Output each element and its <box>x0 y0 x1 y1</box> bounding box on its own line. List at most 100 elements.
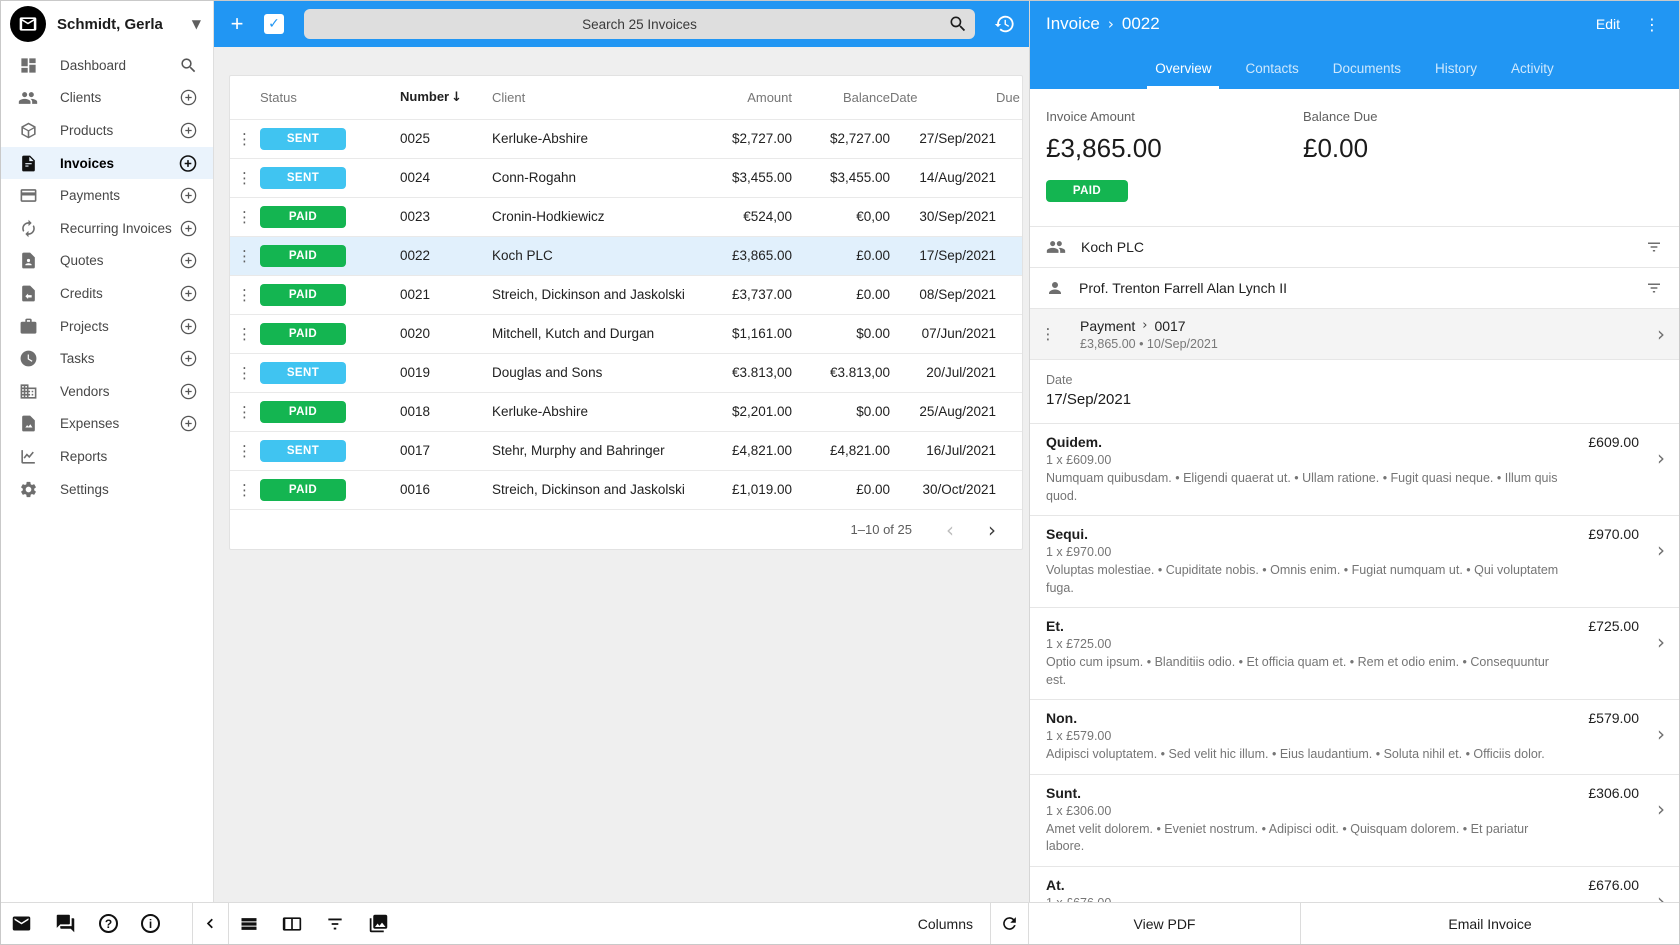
column-header-client[interactable]: Client <box>492 76 692 119</box>
sidebar-item-settings[interactable]: Settings <box>1 473 213 506</box>
table-row[interactable]: ⋮ SENT 0024 Conn-Rogahn $3,455.00 $3,455… <box>230 158 1022 197</box>
row-menu-icon[interactable]: ⋮ <box>230 236 260 275</box>
multiselect-checkbox[interactable]: ✓ <box>264 14 284 34</box>
row-menu-icon[interactable]: ⋮ <box>230 353 260 392</box>
column-header-number[interactable]: Number↓ <box>400 76 492 119</box>
row-menu-icon[interactable]: ⋮ <box>230 431 260 470</box>
account-menu[interactable]: Schmidt, Gerla ▼ <box>1 1 213 47</box>
payment-row[interactable]: ⋮ Payment › 0017 £3,865.00 • 10/Sep/2021… <box>1030 308 1679 360</box>
sidebar-item-reports[interactable]: Reports <box>1 440 213 473</box>
search-icon[interactable] <box>178 55 198 75</box>
sidebar-item-products[interactable]: Products <box>1 114 213 147</box>
sidebar-item-vendors[interactable]: Vendors <box>1 375 213 408</box>
table-row[interactable]: ⋮ PAID 0018 Kerluke-Abshire $2,201.00 $0… <box>230 392 1022 431</box>
help-icon[interactable]: ? <box>99 914 118 933</box>
row-menu-icon[interactable]: ⋮ <box>230 275 260 314</box>
tab-activity[interactable]: Activity <box>1509 47 1556 89</box>
table-row[interactable]: ⋮ PAID 0021 Streich, Dickinson and Jasko… <box>230 275 1022 314</box>
add-circle-icon[interactable] <box>178 381 198 401</box>
email-invoice-button[interactable]: Email Invoice <box>1301 903 1679 944</box>
payment-menu-icon[interactable]: ⋮ <box>1036 325 1060 343</box>
search-input[interactable] <box>304 9 975 39</box>
table-row[interactable]: ⋮ SENT 0019 Douglas and Sons €3.813,00 €… <box>230 353 1022 392</box>
row-menu-icon[interactable]: ⋮ <box>230 470 260 509</box>
edit-button[interactable]: Edit <box>1584 16 1632 32</box>
row-menu-icon[interactable]: ⋮ <box>230 392 260 431</box>
add-circle-icon[interactable] <box>178 349 198 369</box>
sidebar-item-tasks[interactable]: Tasks <box>1 342 213 375</box>
table-row[interactable]: ⋮ SENT 0025 Kerluke-Abshire $2,727.00 $2… <box>230 119 1022 158</box>
client-row[interactable]: Koch PLC <box>1030 226 1679 267</box>
add-circle-icon[interactable] <box>178 316 198 336</box>
table-row[interactable]: ⋮ PAID 0022 Koch PLC £3,865.00 £0.00 17/… <box>230 236 1022 275</box>
column-header-status[interactable]: Status <box>260 76 400 119</box>
columns-button[interactable]: Columns <box>901 903 991 944</box>
next-page-icon[interactable]: › <box>988 518 996 542</box>
table-row[interactable]: ⋮ PAID 0023 Cronin-Hodkiewicz €524,00 €0… <box>230 197 1022 236</box>
line-item[interactable]: At. £676.00 1 x £676.00 Quibusdam. • Sol… <box>1030 866 1679 903</box>
sidebar-item-projects[interactable]: Projects <box>1 310 213 343</box>
tab-documents[interactable]: Documents <box>1331 47 1403 89</box>
tab-overview[interactable]: Overview <box>1153 47 1213 89</box>
sidebar-item-recurring-invoices[interactable]: Recurring Invoices <box>1 212 213 245</box>
row-menu-icon[interactable]: ⋮ <box>230 119 260 158</box>
table-row[interactable]: ⋮ SENT 0017 Stehr, Murphy and Bahringer … <box>230 431 1022 470</box>
contact-row[interactable]: Prof. Trenton Farrell Alan Lynch II <box>1030 267 1679 308</box>
column-header-due[interactable]: Due <box>996 76 1022 119</box>
filter-list-icon[interactable] <box>1645 279 1663 297</box>
line-item[interactable]: Sunt. £306.00 1 x £306.00 Amet velit dol… <box>1030 774 1679 866</box>
new-invoice-button[interactable]: + <box>224 13 250 35</box>
invoice-amount-label: Invoice Amount <box>1046 109 1303 124</box>
row-menu-icon[interactable]: ⋮ <box>230 197 260 236</box>
sidebar-item-quotes[interactable]: Quotes <box>1 245 213 278</box>
search-icon[interactable] <box>948 14 968 34</box>
line-item[interactable]: Quidem. £609.00 1 x £609.00 Numquam quib… <box>1030 423 1679 515</box>
refresh-icon[interactable] <box>991 914 1028 933</box>
balance-due-value: £0.00 <box>1303 133 1560 164</box>
line-item[interactable]: Et. £725.00 1 x £725.00 Optio cum ipsum.… <box>1030 607 1679 699</box>
line-item[interactable]: Sequi. £970.00 1 x £970.00 Voluptas mole… <box>1030 515 1679 607</box>
collapse-sidebar-button[interactable] <box>193 903 229 944</box>
add-circle-icon[interactable] <box>178 218 198 238</box>
mail-icon[interactable] <box>11 913 32 934</box>
add-circle-icon[interactable] <box>178 186 198 206</box>
chat-icon[interactable] <box>55 913 76 934</box>
chevron-right-icon: › <box>1657 632 1665 652</box>
history-icon[interactable] <box>993 13 1015 35</box>
tab-history[interactable]: History <box>1433 47 1479 89</box>
sidebar-item-dashboard[interactable]: Dashboard <box>1 49 213 82</box>
more-menu-icon[interactable]: ⋮ <box>1640 15 1665 34</box>
sidebar-item-payments[interactable]: Payments <box>1 179 213 212</box>
previous-page-icon[interactable]: ‹ <box>946 518 954 542</box>
column-header-amount[interactable]: Amount <box>692 76 792 119</box>
add-circle-icon[interactable] <box>178 88 198 108</box>
row-menu-icon[interactable]: ⋮ <box>230 158 260 197</box>
column-header-balance[interactable]: Balance <box>792 76 890 119</box>
filter-icon[interactable] <box>325 914 345 934</box>
cell-balance: €0,00 <box>792 197 890 236</box>
sidebar-item-clients[interactable]: Clients <box>1 82 213 115</box>
view-pdf-button[interactable]: View PDF <box>1029 903 1301 944</box>
add-circle-icon[interactable] <box>178 283 198 303</box>
add-circle-icon[interactable] <box>178 120 198 140</box>
app-root: Schmidt, Gerla ▼ Dashboard Clients Produ… <box>1 1 1679 902</box>
images-icon[interactable] <box>368 913 389 934</box>
table-row[interactable]: ⋮ PAID 0016 Streich, Dickinson and Jasko… <box>230 470 1022 509</box>
sidebar-item-invoices[interactable]: Invoices <box>1 147 213 180</box>
pagination: 1–10 of 25 ‹ › <box>230 509 1022 549</box>
add-circle-icon[interactable] <box>178 251 198 271</box>
sidebar-item-credits[interactable]: Credits <box>1 277 213 310</box>
cell-client: Cronin-Hodkiewicz <box>492 197 692 236</box>
sidebar-item-expenses[interactable]: Expenses <box>1 408 213 441</box>
row-menu-icon[interactable]: ⋮ <box>230 314 260 353</box>
column-header-date[interactable]: Date <box>890 76 996 119</box>
table-row[interactable]: ⋮ PAID 0020 Mitchell, Kutch and Durgan $… <box>230 314 1022 353</box>
info-icon[interactable]: i <box>141 914 160 933</box>
add-circle-icon[interactable] <box>178 153 198 173</box>
table-view-icon[interactable] <box>239 914 259 934</box>
filter-list-icon[interactable] <box>1645 238 1663 256</box>
line-item[interactable]: Non. £579.00 1 x £579.00 Adipisci volupt… <box>1030 699 1679 774</box>
tab-contacts[interactable]: Contacts <box>1243 47 1300 89</box>
add-circle-icon[interactable] <box>178 414 198 434</box>
reader-view-icon[interactable] <box>282 914 302 934</box>
